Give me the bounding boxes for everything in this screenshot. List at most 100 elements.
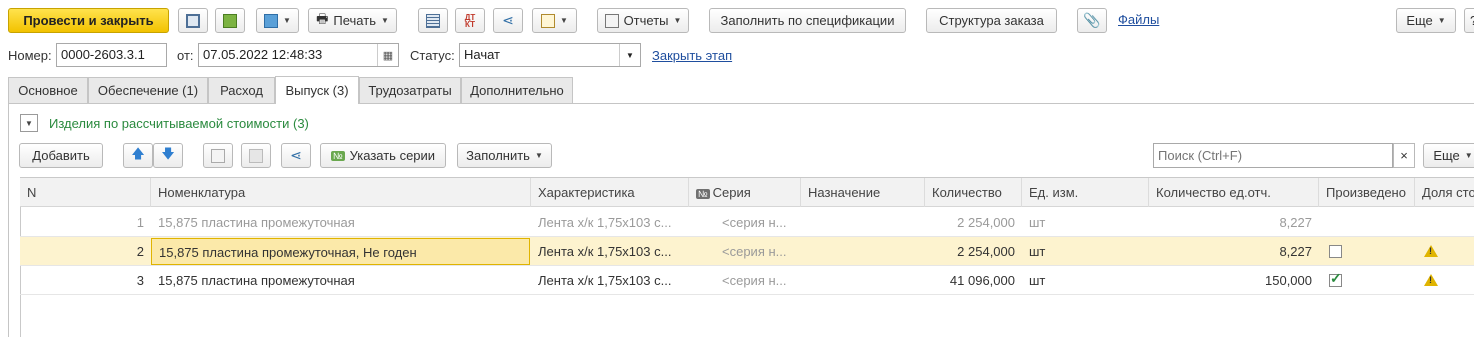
fill-button[interactable]: Заполнить ▼ bbox=[457, 143, 552, 168]
quantity-cell[interactable]: 2 254,000 bbox=[925, 208, 1022, 237]
serial-number-icon: № bbox=[330, 150, 345, 161]
col-header-quantity[interactable]: Количество bbox=[925, 178, 1022, 207]
nomenclature-cell[interactable]: 15,875 пластина промежуточная bbox=[151, 208, 531, 237]
close-stage-link[interactable]: Закрыть этап bbox=[652, 48, 732, 63]
copy-icon bbox=[211, 148, 225, 163]
chevron-down-icon: ▼ bbox=[380, 16, 389, 25]
fill-by-spec-button[interactable]: Заполнить по спецификации bbox=[709, 8, 906, 33]
qty-report-cell[interactable]: 8,227 bbox=[1149, 237, 1319, 266]
share-icon: ⋖ bbox=[502, 12, 514, 28]
set-series-button[interactable]: № Указать серии bbox=[320, 143, 446, 168]
checkmark-icon: ✓ bbox=[1330, 270, 1342, 286]
group-title: Изделия по рассчитываемой стоимости (3) bbox=[49, 116, 309, 131]
unit-cell[interactable]: шт bbox=[1022, 208, 1149, 237]
reports-label: Отчеты bbox=[623, 13, 669, 28]
table-more-button[interactable]: Еще ▼ bbox=[1423, 143, 1474, 168]
help-button[interactable]: ? bbox=[1464, 8, 1474, 33]
save-button[interactable] bbox=[178, 8, 208, 33]
col-header-qty-report[interactable]: Количество ед.отч. bbox=[1149, 178, 1319, 207]
date-value: 07.05.2022 12:48:33 bbox=[203, 47, 323, 62]
series-header-label: Серия bbox=[712, 185, 751, 200]
group-collapse-toggle[interactable]: ▼ bbox=[20, 114, 38, 132]
col-header-series[interactable]: № Серия bbox=[689, 178, 801, 207]
tab-additional[interactable]: Дополнительно bbox=[461, 77, 573, 103]
set-series-label: Указать серии bbox=[349, 148, 436, 163]
produced-checkbox-checked[interactable]: ✓ bbox=[1329, 270, 1342, 287]
fill-label: Заполнить bbox=[466, 148, 530, 163]
attachments-button[interactable]: ▼ bbox=[532, 8, 577, 33]
order-structure-button[interactable]: Структура заказа bbox=[926, 8, 1057, 33]
characteristic-cell[interactable]: Лента х/к 1,75х103 с... bbox=[531, 208, 689, 237]
document-journal-button[interactable] bbox=[418, 8, 448, 33]
serial-number-icon: № bbox=[696, 189, 710, 199]
unit-cell[interactable]: шт bbox=[1022, 266, 1149, 295]
post-button[interactable] bbox=[215, 8, 245, 33]
col-header-purpose[interactable]: Назначение bbox=[801, 178, 925, 207]
print-button[interactable]: 🖶 Печать ▼ bbox=[308, 8, 397, 33]
qty-report-cell[interactable]: 8,227 bbox=[1149, 208, 1319, 237]
series-cell[interactable]: <серия н... bbox=[715, 237, 801, 266]
number-label: Номер: bbox=[8, 48, 52, 63]
status-value: Начат bbox=[464, 47, 501, 62]
col-header-produced[interactable]: Произведено bbox=[1319, 178, 1415, 207]
nomenclature-cell-active[interactable]: 15,875 пластина промежуточная, Не годен bbox=[151, 238, 530, 265]
table-more-label: Еще bbox=[1433, 148, 1460, 163]
col-header-n[interactable]: N bbox=[20, 178, 151, 207]
move-down-button[interactable]: 🡇 bbox=[153, 143, 183, 168]
tab-output[interactable]: Выпуск (3) bbox=[275, 76, 359, 104]
row-number: 3 bbox=[136, 273, 144, 288]
list-icon bbox=[426, 13, 440, 28]
col-header-unit[interactable]: Ед. изм. bbox=[1022, 178, 1149, 207]
series-cell[interactable]: <серия н... bbox=[715, 266, 801, 295]
arrow-down-icon: 🡇 bbox=[161, 145, 175, 161]
paperclip-icon: 📎 bbox=[1083, 12, 1101, 28]
accounting-entries-button[interactable]: ДТ КТ bbox=[455, 8, 485, 33]
produced-checkbox[interactable] bbox=[1329, 245, 1342, 258]
row-number: 1 bbox=[136, 215, 144, 230]
qty-report-cell[interactable]: 150,000 bbox=[1149, 266, 1319, 295]
chevron-down-icon: ▼ bbox=[1437, 16, 1446, 25]
quantity-cell[interactable]: 2 254,000 bbox=[925, 237, 1022, 266]
col-header-characteristic[interactable]: Характеристика bbox=[531, 178, 689, 207]
create-based-icon bbox=[264, 13, 279, 28]
series-cell[interactable]: <серия н... bbox=[715, 208, 801, 237]
col-header-cost-share[interactable]: Доля сто bbox=[1415, 178, 1474, 207]
characteristic-cell[interactable]: Лента х/к 1,75х103 с... bbox=[531, 237, 689, 266]
paste-button[interactable] bbox=[241, 143, 271, 168]
create-based-on-button[interactable]: ▼ bbox=[256, 8, 299, 33]
search-input[interactable] bbox=[1153, 143, 1393, 168]
move-up-button[interactable]: 🡅 bbox=[123, 143, 153, 168]
tab-consumption[interactable]: Расход bbox=[208, 77, 275, 103]
date-label: от: bbox=[177, 48, 194, 63]
files-link[interactable]: Файлы bbox=[1118, 12, 1159, 27]
printer-icon: 🖶 bbox=[316, 10, 329, 26]
add-button[interactable]: Добавить bbox=[19, 143, 103, 168]
tab-supply[interactable]: Обеспечение (1) bbox=[88, 77, 208, 103]
status-select[interactable]: Начат ▼ bbox=[459, 43, 641, 67]
report-icon bbox=[604, 13, 619, 28]
post-and-close-button[interactable]: Провести и закрыть bbox=[8, 8, 169, 33]
quantity-cell[interactable]: 41 096,000 bbox=[925, 266, 1022, 295]
structure-button[interactable]: ⋖ bbox=[493, 8, 523, 33]
row-number: 2 bbox=[136, 244, 144, 259]
more-button[interactable]: Еще ▼ bbox=[1396, 8, 1456, 33]
calendar-icon[interactable]: ▦ bbox=[377, 44, 398, 66]
dt-kt-icon: ДТ КТ bbox=[464, 12, 476, 29]
copy-button[interactable] bbox=[203, 143, 233, 168]
paste-icon bbox=[249, 148, 263, 163]
post-document-icon bbox=[223, 13, 237, 28]
unit-cell[interactable]: шт bbox=[1022, 237, 1149, 266]
tab-main[interactable]: Основное bbox=[8, 77, 88, 103]
date-field[interactable]: 07.05.2022 12:48:33 ▦ bbox=[198, 43, 399, 67]
clear-search-button[interactable]: × bbox=[1393, 143, 1415, 168]
structure-tree-button[interactable]: ⋖ bbox=[281, 143, 311, 168]
characteristic-cell[interactable]: Лента х/к 1,75х103 с... bbox=[531, 266, 689, 295]
nomenclature-cell[interactable]: 15,875 пластина промежуточная bbox=[151, 266, 531, 295]
tab-labor[interactable]: Трудозатраты bbox=[359, 77, 461, 103]
reports-button[interactable]: Отчеты ▼ bbox=[597, 8, 689, 33]
col-header-nomenclature[interactable]: Номенклатура bbox=[151, 178, 531, 207]
chevron-down-icon: ▼ bbox=[1464, 151, 1473, 160]
number-field[interactable]: 0000-2603.3.1 bbox=[56, 43, 167, 67]
chevron-down-icon: ▼ bbox=[619, 44, 640, 66]
attach-file-button[interactable]: 📎 bbox=[1077, 8, 1107, 33]
